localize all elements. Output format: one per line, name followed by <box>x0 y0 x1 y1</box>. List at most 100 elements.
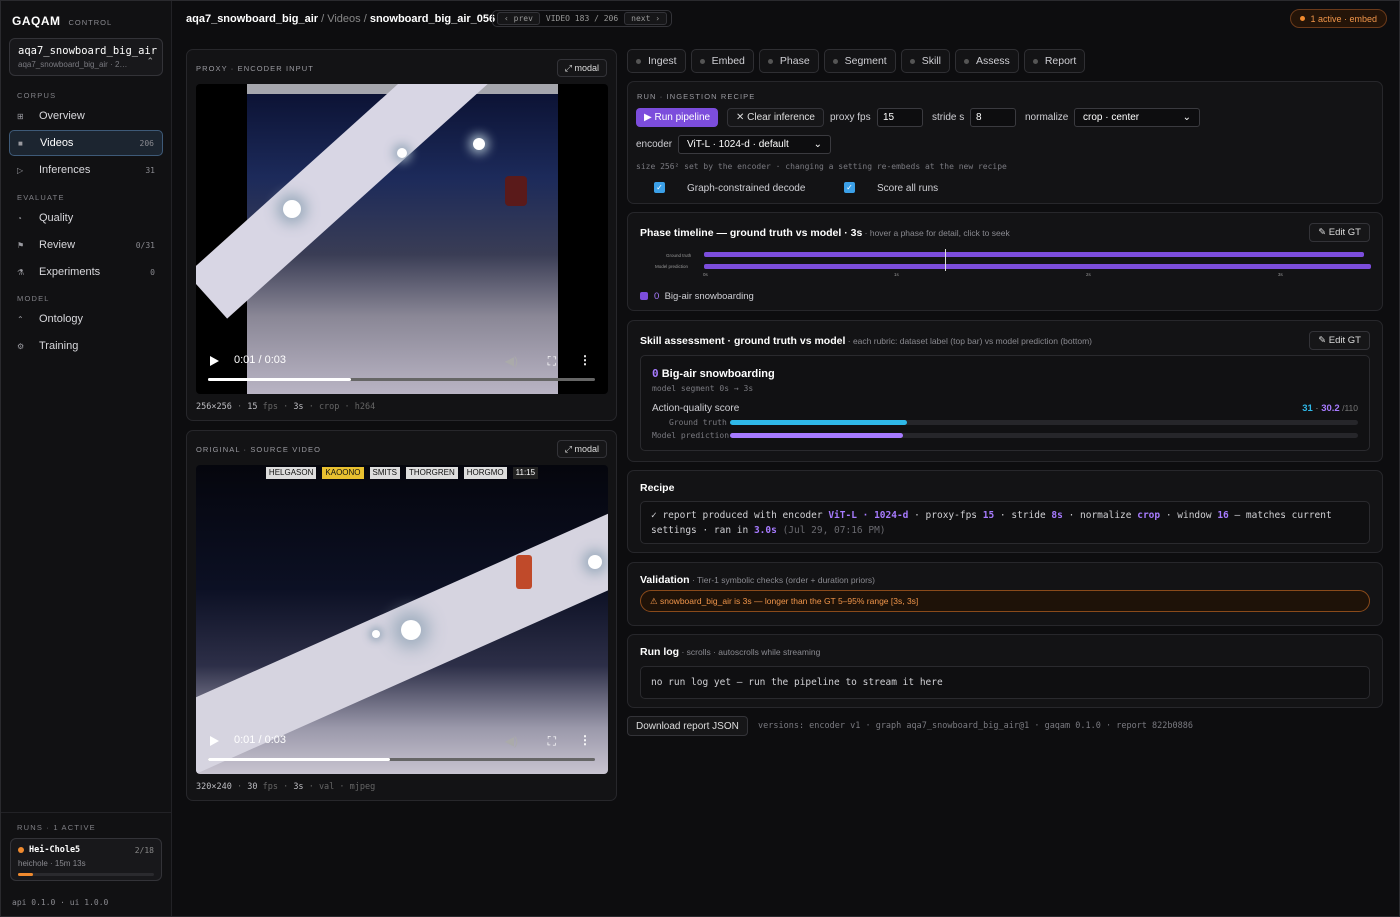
tick-label: 3s <box>1278 272 1283 277</box>
gt-score-fill <box>730 420 908 425</box>
tab-assess[interactable]: Assess <box>954 49 1019 73</box>
brand: GAQAM CONTROL <box>12 14 112 28</box>
tab-phase[interactable]: Phase <box>758 49 819 73</box>
video-controls: 0:01 / 0:03 ◀) ⛶ ⋮ <box>196 350 608 394</box>
status-dot <box>699 58 705 64</box>
stride-input[interactable]: 8 <box>970 108 1016 127</box>
status-dot <box>636 58 641 64</box>
sidebar-item-overview[interactable]: ⊞ Overview <box>9 103 163 129</box>
score-all-runs-checkbox[interactable]: ✓ <box>844 182 855 193</box>
section-corpus: CORPUS <box>17 91 57 100</box>
chevron-icon: ⌃ <box>146 56 154 66</box>
next-button[interactable]: next › <box>624 12 668 25</box>
project-name: aqa7_snowboard_big_air <box>18 45 158 57</box>
source-video[interactable]: HELGASON KAOONO SMITS THORGREN HORGMO 11:15 0… <box>196 465 608 774</box>
prev-button[interactable]: ‹ prev <box>497 12 540 25</box>
tick-label: 1s <box>894 272 899 277</box>
graph-constrained-checkbox[interactable]: ✓ <box>654 182 665 193</box>
scrubber-fill <box>208 378 352 381</box>
encoder-select[interactable]: ViT-L · 1024-d · default ⌄ <box>678 135 831 154</box>
quality-icon: ◔ <box>17 213 22 223</box>
proxy-video[interactable]: 0:01 / 0:03 ◀) ⛶ ⋮ <box>196 84 608 394</box>
volume-icon[interactable]: ◀) <box>505 734 518 748</box>
video-scrubber[interactable] <box>208 378 595 381</box>
versions-info: versions: encoder v1 · graph aqa7_snowbo… <box>758 721 1193 731</box>
floodlight <box>372 630 380 638</box>
fullscreen-icon[interactable]: ⛶ <box>548 734 556 749</box>
breadcrumb: aqa7_snowboard_big_air / Videos / snowbo… <box>186 13 496 25</box>
active-badge[interactable]: 1 active · embed <box>1290 9 1387 28</box>
project-switcher[interactable]: aqa7_snowboard_big_air aqa7_snowboard_bi… <box>9 38 163 76</box>
run-log-output[interactable]: no run log yet — run the pipeline to str… <box>640 666 1370 699</box>
breadcrumb-section[interactable]: Videos <box>327 13 360 25</box>
rubric-name: 0 Big-air snowboarding <box>652 367 775 380</box>
download-report-button[interactable]: Download report JSON <box>627 716 748 736</box>
status-dot <box>767 58 773 64</box>
validation-warning: ⚠ snowboard_big_air is 3s — longer than … <box>640 590 1370 612</box>
panel-title: Phase timeline — ground truth vs model ·… <box>640 227 1010 239</box>
phase-timeline-panel: Phase timeline — ground truth vs model ·… <box>627 212 1383 311</box>
run-card[interactable]: Hei-Chole5 2/18 heichole · 15m 13s <box>10 838 162 881</box>
sidebar-item-label: Training <box>39 340 79 352</box>
sidebar-item-quality[interactable]: ◔ Quality <box>9 205 163 231</box>
sidebar-item-experiments[interactable]: ⚗ Experiments 0 <box>9 259 163 285</box>
edit-gt-button[interactable]: ✎ Edit GT <box>1309 331 1370 350</box>
score-values: 31 · 30.2 /110 <box>1302 403 1358 414</box>
more-icon[interactable]: ⋮ <box>579 733 591 747</box>
fullscreen-icon[interactable]: ⛶ <box>548 354 556 369</box>
section-model: MODEL <box>17 294 50 303</box>
rider <box>516 555 532 589</box>
sidebar-item-label: Quality <box>39 212 74 224</box>
video-scrubber[interactable] <box>208 758 595 761</box>
normalize-select[interactable]: crop · center ⌄ <box>1074 108 1200 127</box>
videos-icon: ■ <box>18 138 23 148</box>
playhead[interactable] <box>945 249 946 271</box>
modal-button[interactable]: ⤢ modal <box>556 440 607 458</box>
breadcrumb-project[interactable]: aqa7_snowboard_big_air <box>186 13 318 25</box>
panel-title: Validation · Tier-1 symbolic checks (ord… <box>640 574 875 586</box>
sidebar: GAQAM CONTROL aqa7_snowboard_big_air aqa… <box>1 1 172 916</box>
model-segment: model segment 0s → 3s <box>652 384 754 393</box>
panel-title: Recipe <box>640 482 675 494</box>
tab-skill[interactable]: Skill <box>900 49 950 73</box>
sidebar-item-label: Review <box>39 239 76 251</box>
sidebar-item-inferences[interactable]: ▷ Inferences 31 <box>9 157 163 183</box>
modal-button[interactable]: ⤢ modal <box>556 59 607 77</box>
tab-report[interactable]: Report <box>1023 49 1086 73</box>
score-all-runs-label: Score all runs <box>877 183 939 194</box>
panel-title: PROXY · ENCODER INPUT <box>196 64 314 73</box>
floodlight <box>588 555 602 569</box>
run-pipeline-button[interactable]: ▶ Run pipeline <box>636 108 719 127</box>
more-icon[interactable]: ⋮ <box>579 353 591 367</box>
tab-segment[interactable]: Segment <box>823 49 896 73</box>
clear-inference-button[interactable]: ✕ Clear inference <box>727 108 824 127</box>
row-label-gt: Ground truth <box>666 253 692 258</box>
gt-phase-bar[interactable] <box>704 252 1364 257</box>
sidebar-item-training[interactable]: ⚙ Training <box>9 333 163 359</box>
edit-gt-button[interactable]: ✎ Edit GT <box>1309 223 1370 242</box>
play-icon[interactable] <box>210 356 219 366</box>
tab-embed[interactable]: Embed <box>690 49 754 73</box>
video-pager: ‹ prev VIDEO 183 / 206 next › <box>492 10 673 27</box>
status-dot <box>963 58 969 64</box>
validation-panel: Validation · Tier-1 symbolic checks (ord… <box>627 562 1383 626</box>
sidebar-item-ontology[interactable]: ⌃ Ontology <box>9 306 163 332</box>
tick-label: 0s <box>703 272 708 277</box>
play-icon[interactable] <box>210 736 219 746</box>
brand-sub: CONTROL <box>68 18 113 27</box>
sidebar-item-review[interactable]: ⚑ Review 0/31 <box>9 232 163 258</box>
run-name: Hei-Chole5 <box>29 845 81 855</box>
model-phase-bar[interactable] <box>704 264 1371 269</box>
proxy-fps-label: proxy fps <box>830 112 871 123</box>
gear-icon: ⚙ <box>17 341 25 351</box>
volume-icon[interactable]: ◀) <box>505 354 518 368</box>
sidebar-item-label: Experiments <box>39 266 101 278</box>
runs-title: RUNS · 1 ACTIVE <box>17 823 96 832</box>
proxy-fps-input[interactable]: 15 <box>877 108 923 127</box>
chevron-down-icon: ⌄ <box>1182 112 1191 123</box>
video-frame <box>196 84 584 394</box>
status-dot <box>1300 16 1306 21</box>
status-dot <box>832 58 838 64</box>
sidebar-item-videos[interactable]: ■ Videos 206 <box>9 130 163 156</box>
tab-ingest[interactable]: Ingest <box>627 49 686 73</box>
